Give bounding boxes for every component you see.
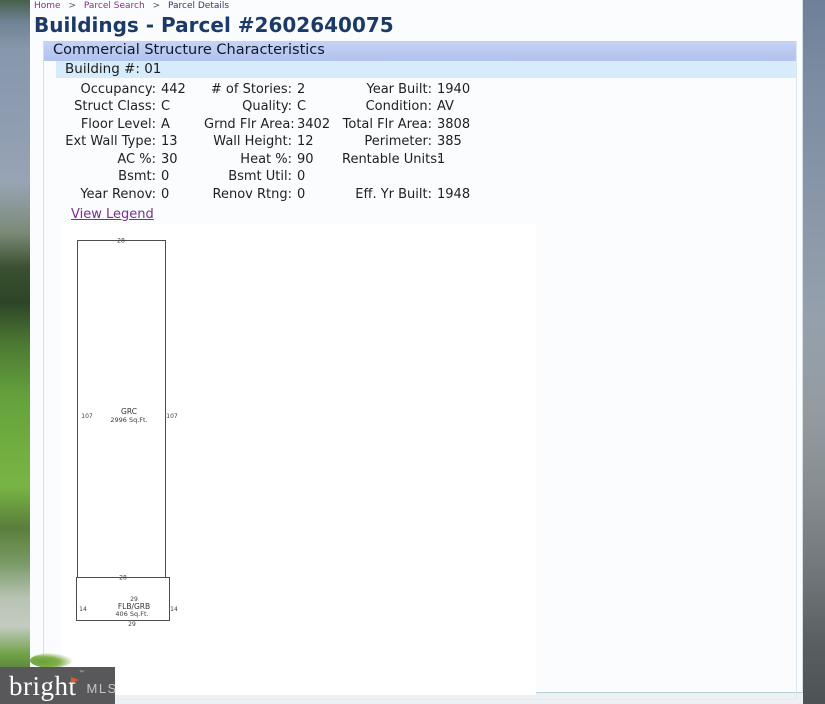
breadcrumb-home[interactable]: Home (34, 1, 61, 11)
ac-percent-value: 30 (161, 151, 199, 169)
field-row: Occupancy: 442 # of Stories: 2 Year Buil… (56, 81, 796, 99)
floor-level-label: Floor Level: (56, 116, 156, 134)
bsmt-value: 0 (161, 168, 199, 186)
renov-rtng-value: 0 (297, 186, 337, 204)
occupancy-label: Occupancy: (56, 81, 156, 99)
breadcrumb-separator: > (68, 1, 76, 11)
perimeter-label: Perimeter: (342, 133, 432, 151)
ext-wall-type-label: Ext Wall Type: (56, 133, 156, 151)
heat-percent-value: 90 (297, 151, 337, 169)
page-title: Buildings - Parcel #2602640075 (30, 12, 802, 41)
quality-label: Quality: (204, 98, 292, 116)
structure-fields: Occupancy: 442 # of Stories: 2 Year Buil… (44, 78, 796, 204)
heat-percent-label: Heat %: (204, 151, 292, 169)
total-flr-area-value: 3808 (437, 116, 796, 134)
breadcrumb-parcel-search[interactable]: Parcel Search (84, 1, 145, 11)
wall-height-value: 12 (297, 133, 337, 151)
year-built-label: Year Built: (342, 81, 432, 99)
ext-wall-type-value: 13 (161, 133, 199, 151)
quality-value: C (297, 98, 337, 116)
struct-class-label: Struct Class: (56, 98, 156, 116)
bsmt-util-label: Bsmt Util: (204, 168, 292, 186)
grnd-flr-area-label: Grnd Flr Area: (204, 116, 292, 134)
rentable-units-value: 1 (437, 151, 796, 169)
wall-height-label: Wall Height: (204, 133, 292, 151)
background-photo-right (803, 0, 825, 704)
grnd-flr-area-value: 3402 (297, 116, 337, 134)
building-sketch: 28 107 107 GRC 2996 Sq.Ft. 28 29 FLB/GRB… (61, 224, 536, 695)
view-legend-link[interactable]: View Legend (71, 207, 154, 222)
field-row: Floor Level: A Grnd Flr Area: 3402 Total… (56, 116, 796, 134)
breadcrumb-separator: > (153, 1, 161, 11)
renov-rtng-label: Renov Rtng: (204, 186, 292, 204)
year-renov-value: 0 (161, 186, 199, 204)
empty-value (437, 168, 796, 186)
eff-yr-built-label: Eff. Yr Built: (342, 186, 432, 204)
field-row: Year Renov: 0 Renov Rtng: 0 Eff. Yr Buil… (56, 186, 796, 204)
year-renov-label: Year Renov: (56, 186, 156, 204)
num-stories-value: 2 (297, 81, 337, 99)
foliage-photo-fragment (30, 653, 72, 668)
total-flr-area-label: Total Flr Area: (342, 116, 432, 134)
condition-label: Condition: (342, 98, 432, 116)
sketch-flb-bottom-dim: 29 (128, 621, 136, 628)
sketch-grc-left-dim: 107 (81, 413, 93, 420)
field-row: Bsmt: 0 Bsmt Util: 0 (56, 168, 796, 186)
sketch-grc-right-dim: 107 (166, 413, 178, 420)
bsmt-util-value: 0 (297, 168, 337, 186)
ac-percent-label: AC %: (56, 151, 156, 169)
content-panel: Home > Parcel Search > Parcel Details Bu… (30, 0, 803, 693)
building-number-value: 01 (144, 61, 161, 77)
logo-mls-text: MLS (87, 675, 118, 696)
section-header: Commercial Structure Characteristics (44, 41, 796, 61)
field-row: Struct Class: C Quality: C Condition: AV (56, 98, 796, 116)
logo-accent-arrow-icon (71, 677, 79, 683)
empty-label (342, 168, 432, 186)
bright-mls-logo: bright ™ MLS (0, 667, 115, 704)
building-number-label: Building #: (65, 61, 140, 77)
sketch-grc-top-dim: 28 (117, 237, 125, 244)
sketch-grc-bottom-dim: 28 (119, 574, 127, 581)
background-photo-left (0, 0, 30, 704)
condition-value: AV (437, 98, 796, 116)
struct-class-value: C (161, 98, 199, 116)
perimeter-value: 385 (437, 133, 796, 151)
sketch-grc-area: 2996 Sq.Ft. (110, 416, 147, 424)
commercial-structure-section: Commercial Structure Characteristics Bui… (43, 41, 797, 700)
num-stories-label: # of Stories: (204, 81, 292, 99)
occupancy-value: 442 (161, 81, 199, 99)
breadcrumb-parcel-details: Parcel Details (168, 1, 229, 11)
sketch-flb-right-dim: 14 (170, 606, 178, 613)
floor-level-value: A (161, 116, 199, 134)
sketch-flb-left-dim: 14 (79, 606, 87, 613)
eff-yr-built-value: 1948 (437, 186, 796, 204)
trademark-symbol: ™ (79, 670, 85, 677)
logo-wordmark: bright (9, 671, 77, 701)
year-built-value: 1940 (437, 81, 796, 99)
field-row: AC %: 30 Heat %: 90 Rentable Units: 1 (56, 151, 796, 169)
field-row: Ext Wall Type: 13 Wall Height: 12 Perime… (56, 133, 796, 151)
sketch-flb-area: 406 Sq.Ft. (115, 610, 148, 618)
bsmt-label: Bsmt: (56, 168, 156, 186)
sketch-grc-name: GRC (121, 407, 137, 416)
building-number-band: Building #: 01 (56, 61, 796, 78)
breadcrumb: Home > Parcel Search > Parcel Details (30, 0, 802, 12)
rentable-units-label: Rentable Units: (342, 151, 432, 169)
